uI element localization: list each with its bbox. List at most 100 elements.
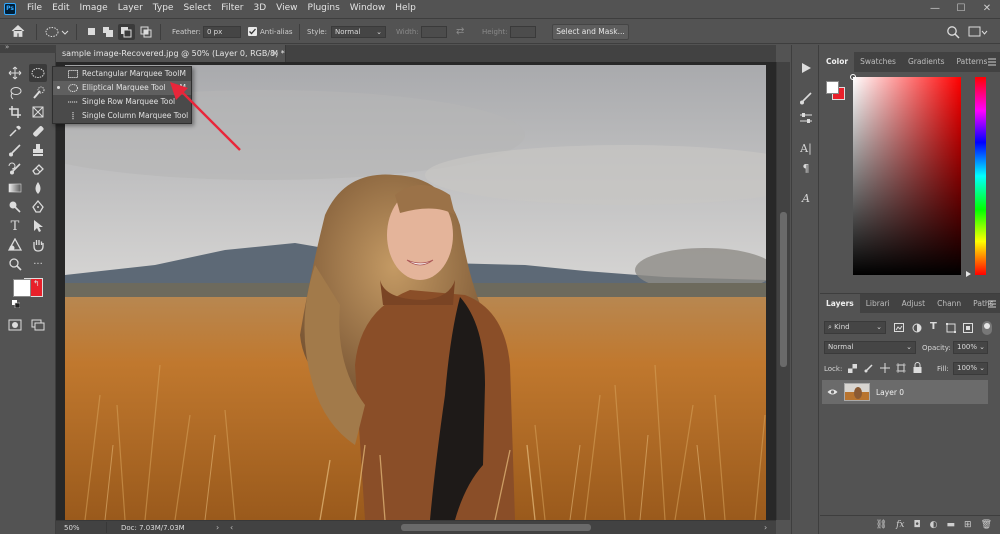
menu-type[interactable]: Type	[148, 0, 179, 17]
vertical-scrollbar[interactable]	[776, 62, 790, 520]
filter-adjustment-icon[interactable]	[912, 323, 922, 333]
swap-width-height-icon[interactable]: ⇄	[456, 26, 464, 37]
document-tab[interactable]: sample image-Recovered.jpg @ 50% (Layer …	[56, 45, 286, 62]
vertical-scrollbar-thumb[interactable]	[780, 212, 787, 367]
add-to-selection-icon[interactable]	[102, 26, 114, 38]
more-tools-icon[interactable]: ···	[29, 255, 47, 273]
tab-swatches[interactable]: Swatches	[854, 52, 902, 72]
menu-plugins[interactable]: Plugins	[303, 0, 345, 17]
clone-stamp-tool-icon[interactable]	[29, 141, 47, 159]
menu-3d[interactable]: 3D	[249, 0, 272, 17]
collapse-chevrons-icon[interactable]: »	[5, 43, 9, 51]
delete-layer-icon[interactable]: 🗑	[981, 520, 992, 530]
color-picker-cursor[interactable]	[850, 74, 856, 80]
dodge-tool-icon[interactable]	[6, 198, 24, 216]
scroll-right-icon[interactable]: ›	[764, 523, 767, 532]
pen-tool-icon[interactable]	[29, 198, 47, 216]
menu-image[interactable]: Image	[75, 0, 113, 17]
new-group-icon[interactable]: ▬	[947, 520, 956, 530]
glyphs-panel-icon[interactable]: A	[797, 189, 815, 207]
document-info[interactable]: Doc: 7.03M/7.03M	[121, 524, 185, 532]
intersect-selection-icon[interactable]	[140, 26, 152, 38]
frame-tool-icon[interactable]	[29, 103, 47, 121]
toolbar-grip[interactable]: »	[0, 43, 56, 53]
maximize-button[interactable]: ☐	[948, 0, 974, 17]
lasso-tool-icon[interactable]	[6, 84, 24, 102]
lock-transparency-icon[interactable]	[848, 364, 857, 373]
new-selection-icon[interactable]	[86, 26, 97, 37]
panel-menu-icon[interactable]	[988, 300, 996, 308]
layer-row[interactable]: Layer 0	[822, 380, 988, 404]
scroll-left-icon[interactable]: ‹	[230, 523, 233, 532]
adjustments-sliders-icon[interactable]	[797, 109, 815, 127]
antialias-checkbox[interactable]	[248, 27, 257, 36]
zoom-level[interactable]: 50%	[64, 524, 80, 532]
close-tab-icon[interactable]: ×	[271, 45, 279, 62]
ellipse-marquee-preset-icon[interactable]	[44, 25, 70, 39]
feather-input[interactable]: 0 px	[203, 26, 241, 38]
blend-mode-select[interactable]: Normal ⌄	[824, 341, 916, 354]
tab-color[interactable]: Color	[820, 52, 855, 72]
adjustment-layer-icon[interactable]: ◐	[930, 520, 938, 530]
lock-position-icon[interactable]	[880, 363, 890, 373]
brush-tool-icon[interactable]	[6, 141, 24, 159]
panel-foreground-swatch[interactable]	[826, 81, 839, 94]
style-select[interactable]: Normal ⌄	[331, 26, 386, 38]
menu-layer[interactable]: Layer	[113, 0, 148, 17]
height-input[interactable]	[510, 26, 536, 38]
swap-colors-icon[interactable]: ↰	[33, 279, 40, 288]
filter-toggle[interactable]	[982, 321, 992, 335]
lock-pixels-icon[interactable]	[864, 363, 874, 373]
foreground-color-swatch[interactable]	[13, 279, 31, 297]
eraser-tool-icon[interactable]	[29, 160, 47, 178]
menu-help[interactable]: Help	[390, 0, 421, 17]
hue-slider-handle[interactable]	[966, 271, 971, 277]
filter-smart-object-icon[interactable]	[963, 323, 973, 333]
tab-gradients[interactable]: Gradients	[902, 52, 951, 72]
eyedropper-tool-icon[interactable]	[6, 122, 24, 140]
quick-selection-tool-icon[interactable]	[29, 84, 47, 102]
photoshop-logo-icon[interactable]: Ps	[4, 2, 16, 15]
menu-select[interactable]: Select	[178, 0, 216, 17]
paragraph-panel-icon[interactable]: ¶	[797, 159, 815, 177]
tab-channels[interactable]: Chann	[931, 294, 967, 314]
elliptical-marquee-tool-icon[interactable]	[29, 64, 47, 82]
horizontal-scrollbar-thumb[interactable]	[401, 524, 591, 531]
character-panel-icon[interactable]: A|	[797, 139, 815, 157]
quick-mask-icon[interactable]	[6, 316, 24, 334]
lock-all-icon[interactable]	[913, 362, 922, 373]
type-tool-icon[interactable]: T	[6, 217, 24, 235]
menu-file[interactable]: File	[22, 0, 47, 17]
zoom-tool-icon[interactable]	[6, 255, 24, 273]
brush-settings-icon[interactable]	[797, 89, 815, 107]
menu-view[interactable]: View	[271, 0, 302, 17]
color-picker-field[interactable]	[850, 74, 961, 275]
minimize-button[interactable]: —	[922, 0, 948, 17]
close-button[interactable]: ✕	[974, 0, 1000, 17]
fill-input[interactable]: 100% ⌄	[953, 362, 988, 375]
width-input[interactable]	[421, 26, 447, 38]
menu-window[interactable]: Window	[345, 0, 391, 17]
blur-tool-icon[interactable]	[29, 179, 47, 197]
menu-edit[interactable]: Edit	[47, 0, 74, 17]
search-icon[interactable]	[946, 25, 960, 39]
status-menu-arrow-icon[interactable]: ›	[216, 523, 219, 532]
shape-tool-icon[interactable]	[6, 236, 24, 254]
select-and-mask-button[interactable]: Select and Mask...	[552, 24, 629, 40]
tab-patterns[interactable]: Patterns	[951, 52, 994, 72]
filter-kind-select[interactable]: ⌕ Kind ⌄	[824, 321, 886, 334]
workspace-icon[interactable]	[968, 25, 988, 39]
home-icon[interactable]	[10, 24, 26, 38]
filter-pixel-icon[interactable]	[894, 323, 904, 332]
move-tool-icon[interactable]	[6, 64, 24, 82]
link-layers-icon[interactable]: ⛓	[876, 520, 887, 530]
menu-filter[interactable]: Filter	[216, 0, 248, 17]
crop-tool-icon[interactable]	[6, 103, 24, 121]
history-brush-tool-icon[interactable]	[6, 160, 24, 178]
subtract-from-selection-icon[interactable]	[118, 24, 135, 40]
default-colors-icon[interactable]	[12, 300, 20, 308]
new-layer-icon[interactable]: ⊞	[964, 520, 972, 530]
eye-visibility-icon[interactable]	[827, 388, 838, 396]
screen-mode-icon[interactable]	[29, 316, 47, 334]
hand-tool-icon[interactable]	[29, 236, 47, 254]
